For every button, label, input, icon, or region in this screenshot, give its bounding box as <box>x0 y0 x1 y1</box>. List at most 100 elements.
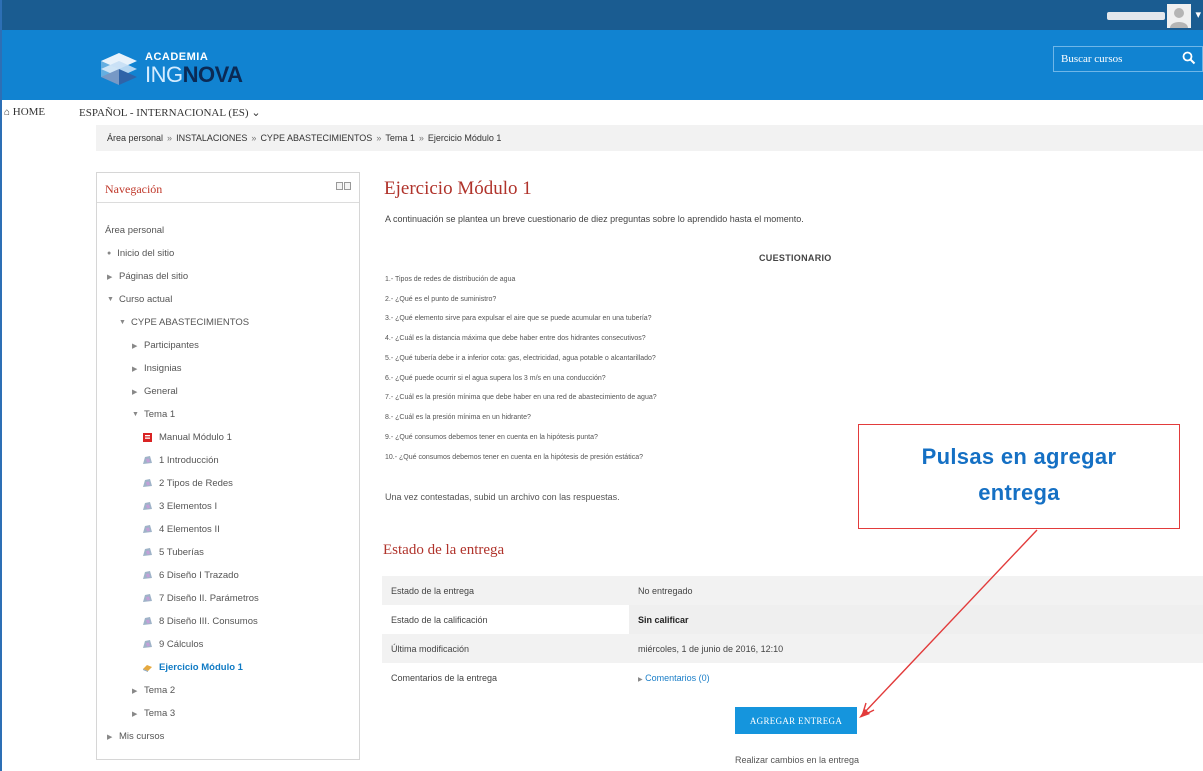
search-icon[interactable] <box>1182 51 1196 65</box>
row-value: Sin calificar <box>629 605 1203 634</box>
nav-item-label: CYPE ABASTECIMIENTOS <box>131 317 250 328</box>
nav-item-label: 5 Tuberías <box>159 547 204 558</box>
lesson-icon <box>143 525 152 533</box>
nav-item-label: Insignias <box>144 363 182 374</box>
add-submission-button[interactable]: AGREGAR ENTREGA <box>735 707 857 734</box>
question-item: 5.- ¿Qué tubería debe ir a inferior cota… <box>385 355 656 362</box>
nav-item-label: Tema 3 <box>144 708 176 719</box>
nav-item-5-tuberias[interactable]: 5 Tuberías <box>142 547 204 558</box>
nav-item-9-calculos[interactable]: 9 Cálculos <box>142 639 203 650</box>
collapse-arrow-icon: ▼ <box>132 411 139 418</box>
pdf-icon <box>143 433 152 442</box>
language-menu[interactable]: ESPAÑOL - INTERNACIONAL (ES) ⌄ <box>79 106 261 119</box>
nav-item-mis-cursos[interactable]: ▶ Mis cursos <box>107 731 164 742</box>
table-row: Comentarios de la entrega ▶ Comentarios … <box>382 663 1203 692</box>
nav-item-tema-1[interactable]: ▼ Tema 1 <box>132 409 175 420</box>
nav-home-label: HOME <box>12 106 46 118</box>
user-menu-caret-icon[interactable]: ▾ <box>1195 8 1201 21</box>
nav-home-link[interactable]: ⌂ HOME <box>4 106 45 118</box>
search-input[interactable] <box>1054 47 1174 71</box>
breadcrumb-item[interactable]: Tema 1 <box>385 133 415 143</box>
navigation-block-title: Navegación <box>105 182 163 196</box>
question-item: 4.- ¿Cuál es la distancia máxima que deb… <box>385 335 646 342</box>
question-item: 6.- ¿Qué puede ocurrir si el agua supera… <box>385 375 606 382</box>
nav-item-3-elementos-i[interactable]: 3 Elementos I <box>142 501 217 512</box>
nav-item-insignias[interactable]: ▶ Insignias <box>132 363 182 374</box>
logo-text-nova: NOVA <box>182 62 243 87</box>
nav-item-ejercicio-modulo-1[interactable]: Ejercicio Módulo 1 <box>142 662 243 673</box>
nav-item-area-personal[interactable]: Área personal <box>105 225 164 236</box>
nav-item-label: 3 Elementos I <box>159 501 218 512</box>
breadcrumb-separator-icon: » <box>251 133 257 143</box>
add-submission-note: Realizar cambios en la entrega <box>735 755 860 765</box>
breadcrumb-item-current: Ejercicio Módulo 1 <box>427 133 502 143</box>
nav-item-7-diseno-ii[interactable]: 7 Diseño II. Parámetros <box>142 593 259 604</box>
question-item: 7.- ¿Cuál es la presión mínima que debe … <box>385 394 657 401</box>
nav-item-label: 9 Cálculos <box>159 639 204 650</box>
breadcrumb-separator-icon: » <box>376 133 382 143</box>
question-item: 2.- ¿Qué es el punto de suministro? <box>385 296 497 303</box>
nav-item-participantes[interactable]: ▶ Participantes <box>132 340 199 351</box>
nav-item-paginas[interactable]: ▶ Páginas del sitio <box>107 271 188 282</box>
lesson-icon <box>143 548 152 556</box>
bullet-icon: ● <box>107 250 112 257</box>
site-logo[interactable]: ACADEMIA INGNOVA <box>97 45 243 89</box>
nav-item-general[interactable]: ▶ General <box>132 386 178 397</box>
nav-item-4-elementos-ii[interactable]: 4 Elementos II <box>142 524 220 535</box>
user-name-redacted[interactable] <box>1107 12 1165 20</box>
row-label: Última modificación <box>382 634 629 663</box>
breadcrumb-separator-icon: » <box>418 133 424 143</box>
nav-item-1-introduccion[interactable]: 1 Introducción <box>142 455 219 466</box>
nav-item-2-tipos-redes[interactable]: 2 Tipos de Redes <box>142 478 233 489</box>
site-header: ACADEMIA INGNOVA <box>2 30 1203 100</box>
search-box <box>1053 46 1203 72</box>
question-item: 9.- ¿Qué consumos debemos tener en cuent… <box>385 434 598 441</box>
nav-item-label: 8 Diseño III. Consumos <box>159 616 258 627</box>
question-item: 10.- ¿Qué consumos debemos tener en cuen… <box>385 454 643 461</box>
nav-item-label: Área personal <box>105 225 165 236</box>
breadcrumb-item[interactable]: CYPE ABASTECIMIENTOS <box>260 133 372 143</box>
nav-item-inicio[interactable]: ● Inicio del sitio <box>107 248 174 259</box>
top-bar: ▾ <box>2 0 1203 30</box>
expand-arrow-icon: ▶ <box>132 710 138 718</box>
submission-status-heading: Estado de la entrega <box>383 542 505 558</box>
lesson-icon <box>143 479 152 487</box>
row-value: ▶ Comentarios (0) <box>629 663 1203 692</box>
nav-item-6-diseno-i[interactable]: 6 Diseño I Trazado <box>142 570 239 581</box>
lesson-icon <box>143 617 152 625</box>
nav-item-label: General <box>144 386 178 397</box>
nav-item-curso-actual[interactable]: ▼ Curso actual <box>107 294 172 305</box>
navigation-block-header: Navegación <box>97 173 359 203</box>
nav-item-8-diseno-iii[interactable]: 8 Diseño III. Consumos <box>142 616 258 627</box>
page-frame: ▾ ACADEMIA INGNOVA ⌂ HOME ESPAÑOL - INTE… <box>0 0 1203 771</box>
home-icon: ⌂ <box>4 107 11 118</box>
nav-item-label: 1 Introducción <box>159 455 219 466</box>
callout-line-2: entrega <box>978 480 1060 505</box>
collapse-arrow-icon: ▼ <box>107 296 114 303</box>
logo-text-ingnova: INGNOVA <box>145 62 243 88</box>
row-label: Estado de la entrega <box>382 576 629 605</box>
assignment-icon <box>143 665 152 672</box>
language-label: ESPAÑOL - INTERNACIONAL (ES) <box>79 107 249 119</box>
comments-link[interactable]: ▶ Comentarios (0) <box>638 673 710 683</box>
nav-item-label: Páginas del sitio <box>119 271 189 282</box>
nav-item-label: 4 Elementos II <box>159 524 220 535</box>
user-avatar-icon[interactable] <box>1167 4 1191 28</box>
row-label: Estado de la calificación <box>382 605 629 634</box>
block-minimize-icon[interactable] <box>336 182 343 190</box>
nav-item-tema-2[interactable]: ▶ Tema 2 <box>132 685 175 696</box>
block-dock-icon[interactable] <box>344 182 351 190</box>
expand-arrow-icon: ▶ <box>638 677 643 683</box>
nav-item-label: Manual Módulo 1 <box>159 432 232 443</box>
question-item: 8.- ¿Cuál es la presión mínima en un hid… <box>385 414 531 421</box>
nav-item-cype[interactable]: ▼ CYPE ABASTECIMIENTOS <box>119 317 249 328</box>
question-item: 1.- Tipos de redes de distribución de ag… <box>385 276 516 283</box>
lesson-icon <box>143 456 152 464</box>
expand-arrow-icon: ▶ <box>107 273 113 281</box>
breadcrumb-item[interactable]: INSTALACIONES <box>176 133 247 143</box>
nav-item-manual-modulo-1[interactable]: Manual Módulo 1 <box>142 432 232 443</box>
lesson-icon <box>143 502 152 510</box>
nav-item-tema-3[interactable]: ▶ Tema 3 <box>132 708 175 719</box>
table-row: Estado de la entrega No entregado <box>382 576 1203 605</box>
breadcrumb-item[interactable]: Área personal <box>107 133 163 143</box>
